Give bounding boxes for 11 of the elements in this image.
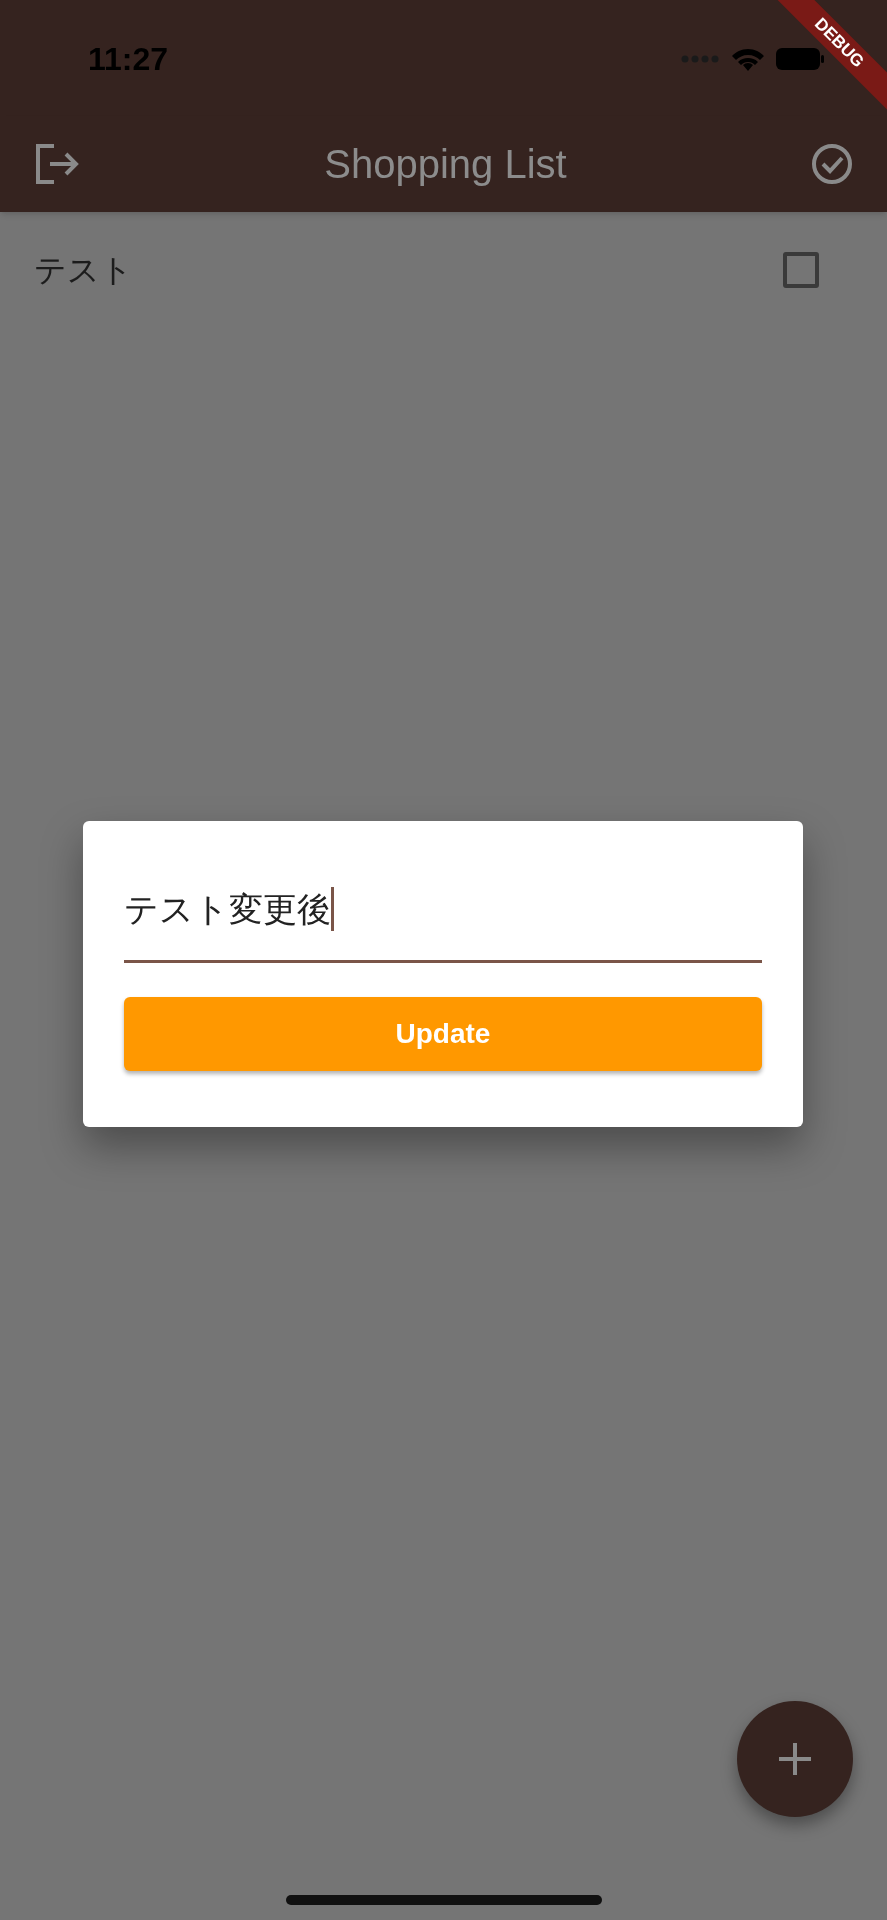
plus-icon <box>778 1742 812 1776</box>
item-name: テスト <box>34 251 133 290</box>
wifi-icon <box>731 46 765 72</box>
field-value: テスト変更後 <box>124 889 331 930</box>
text-cursor <box>331 887 334 931</box>
signal-icon <box>681 55 721 63</box>
check-circle-icon[interactable] <box>811 143 853 185</box>
input-field[interactable]: テスト変更後 <box>124 885 762 963</box>
logout-icon[interactable] <box>34 143 80 185</box>
checkbox[interactable] <box>783 252 819 288</box>
app-title: Shopping List <box>324 141 567 188</box>
